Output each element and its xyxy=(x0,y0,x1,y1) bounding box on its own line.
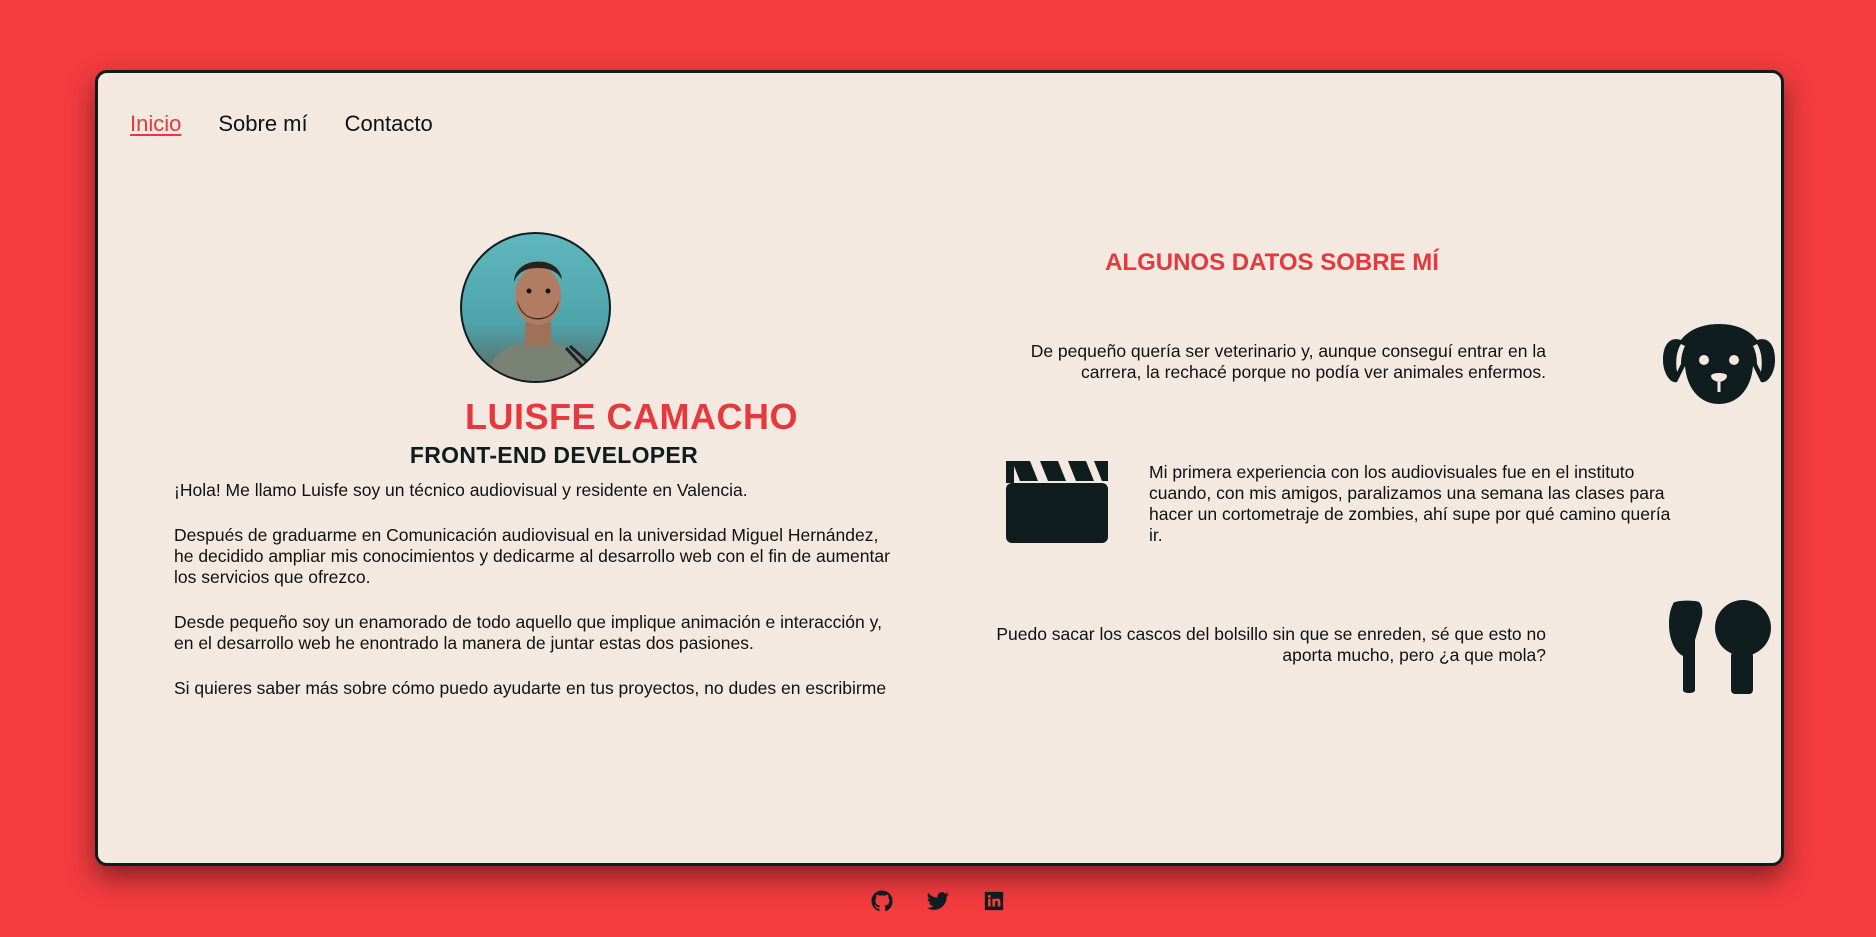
avatar-portrait-image xyxy=(483,261,596,381)
earbuds-icon xyxy=(1669,600,1771,694)
linkedin-link[interactable] xyxy=(983,890,1005,912)
github-link[interactable] xyxy=(871,890,893,912)
bio: ¡Hola! Me llamo Luisfe soy un técnico au… xyxy=(174,480,894,723)
bio-paragraph: Si quieres saber más sobre cómo puedo ay… xyxy=(174,678,887,698)
dog-icon xyxy=(1663,324,1775,404)
github-icon xyxy=(871,890,893,912)
bio-paragraph: ¡Hola! Me llamo Luisfe soy un técnico au… xyxy=(174,480,748,500)
fact-text: De pequeño quería ser veterinario y, aun… xyxy=(1030,341,1546,382)
twitter-link[interactable] xyxy=(927,890,949,912)
social-footer xyxy=(0,890,1876,912)
avatar xyxy=(460,232,611,383)
linkedin-icon xyxy=(984,891,1004,911)
fact-text: Mi primera experiencia con los audiovisu… xyxy=(1149,462,1671,545)
profile-section: LUISFE CAMACHO FRONT-END DEVELOPER ¡Hola… xyxy=(98,73,938,863)
bio-paragraph: Después de graduarme en Comunicación aud… xyxy=(174,525,890,587)
facts-section: ALGUNOS DATOS SOBRE MÍ De pequeño quería… xyxy=(938,73,1784,863)
main-card: Inicio Sobre mí Contacto LUISFE CAMACHO … xyxy=(95,70,1784,866)
facts-title: ALGUNOS DATOS SOBRE MÍ xyxy=(1105,249,1439,276)
fact-text: Puedo sacar los cascos del bolsillo sin … xyxy=(996,624,1546,665)
profile-name: LUISFE CAMACHO xyxy=(465,396,798,437)
clapperboard-icon xyxy=(1006,461,1108,543)
bio-paragraph: Desde pequeño soy un enamorado de todo a… xyxy=(174,612,882,653)
twitter-icon xyxy=(927,892,949,910)
profile-role: FRONT-END DEVELOPER xyxy=(409,442,698,468)
